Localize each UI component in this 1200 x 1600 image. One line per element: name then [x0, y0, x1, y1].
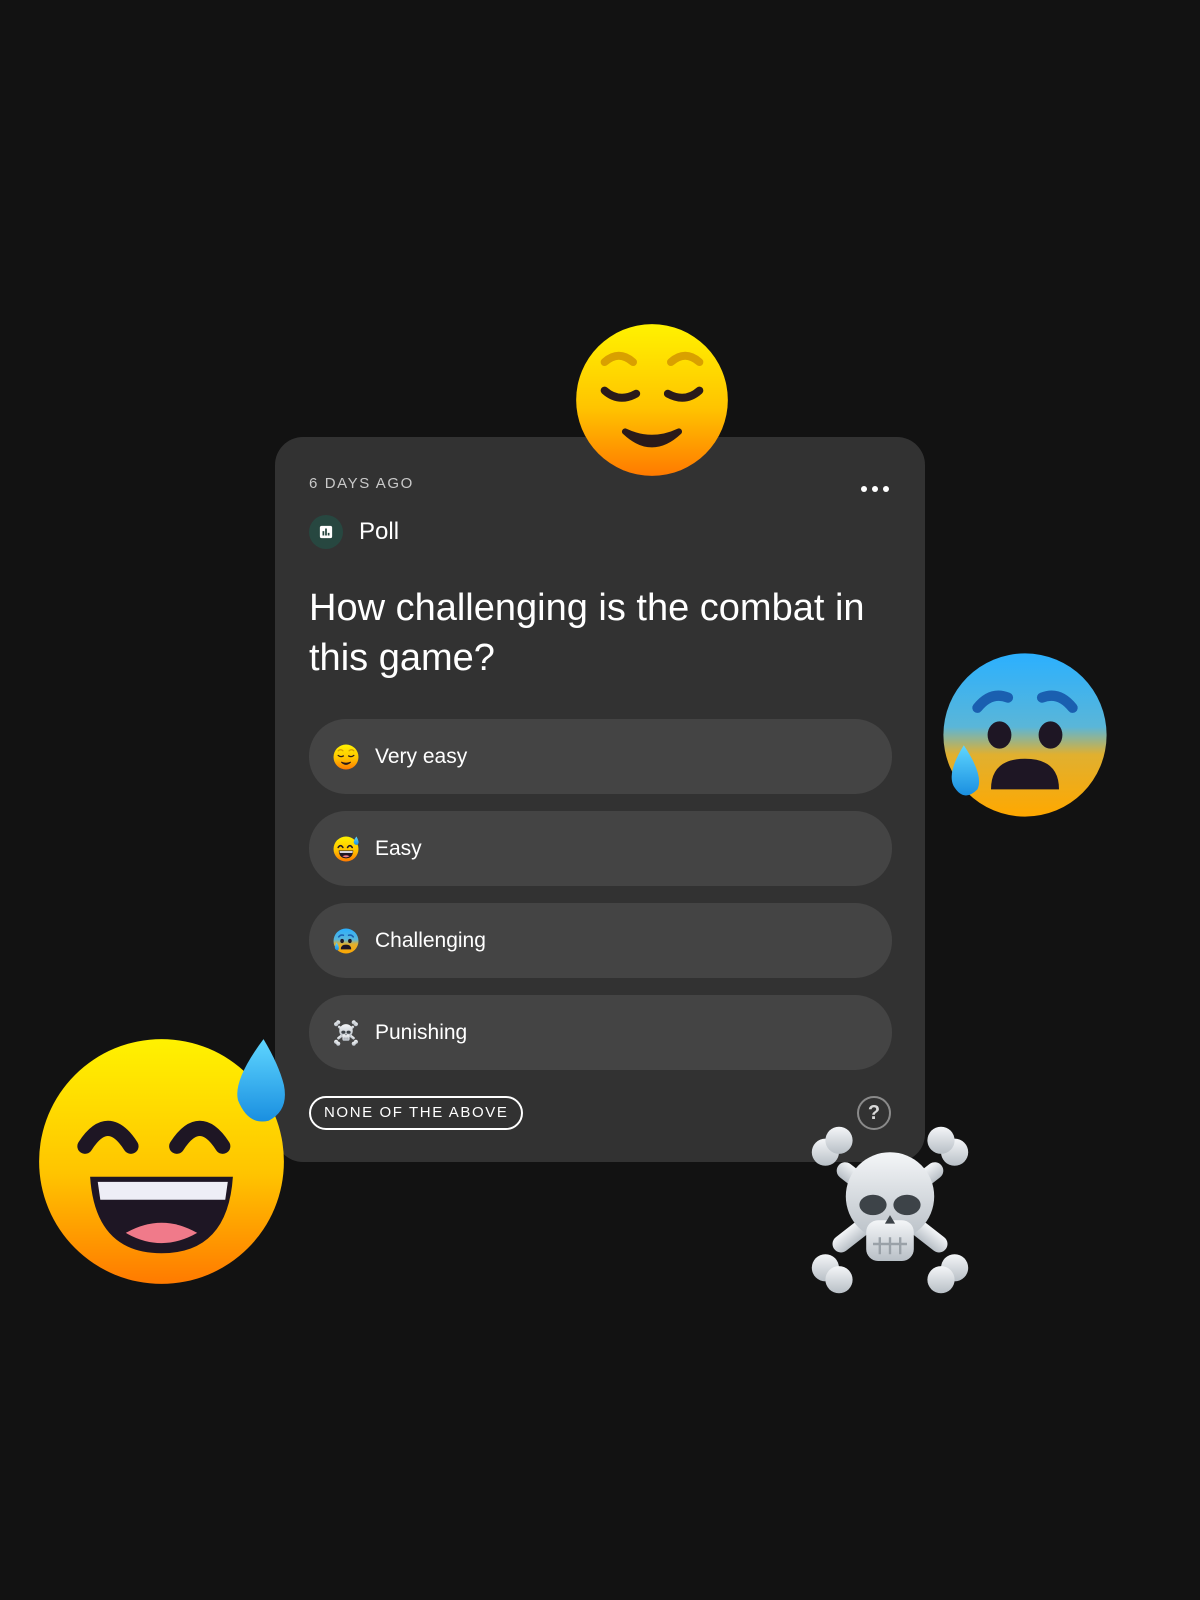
- grinning-face-with-sweat-icon: [34, 1034, 289, 1289]
- anxious-face-with-sweat-icon: [940, 650, 1110, 820]
- skull-and-crossbones-icon: [333, 1020, 359, 1046]
- poll-chart-icon: [309, 515, 343, 549]
- more-options-button[interactable]: [861, 481, 889, 497]
- post-type-row: Poll: [309, 515, 891, 549]
- post-type-label: Poll: [359, 518, 400, 545]
- poll-footer: NONE OF THE ABOVE ?: [309, 1096, 891, 1130]
- dot: [872, 486, 878, 492]
- poll-option-punishing[interactable]: Punishing: [309, 995, 892, 1070]
- dot: [883, 486, 889, 492]
- poll-option-challenging[interactable]: Challenging: [309, 903, 892, 978]
- anxious-face-with-sweat-icon: [333, 928, 359, 954]
- relieved-face-icon: [333, 744, 359, 770]
- dot: [861, 486, 867, 492]
- relieved-face-icon: [573, 321, 731, 479]
- option-label: Challenging: [375, 928, 486, 952]
- poll-options: Very easy Easy Challenging Punishing: [309, 719, 892, 1070]
- skull-and-crossbones-icon: [805, 1125, 975, 1295]
- poll-option-very-easy[interactable]: Very easy: [309, 719, 892, 794]
- option-label: Very easy: [375, 744, 468, 768]
- none-of-the-above-button[interactable]: NONE OF THE ABOVE: [309, 1096, 524, 1130]
- option-label: Punishing: [375, 1020, 468, 1044]
- poll-question: How challenging is the combat in this ga…: [309, 587, 865, 679]
- option-label: Easy: [375, 836, 422, 860]
- poll-option-easy[interactable]: Easy: [309, 811, 892, 886]
- poll-card: 6 DAYS AGO Poll How challenging is the c…: [275, 437, 925, 1162]
- grinning-face-with-sweat-icon: [333, 836, 359, 862]
